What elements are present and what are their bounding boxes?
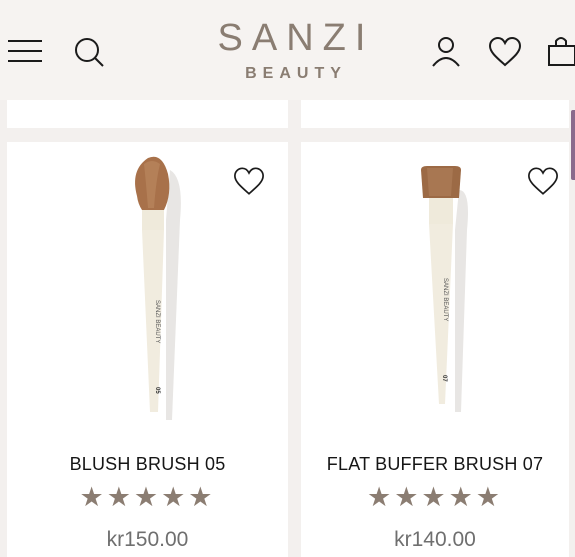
add-to-wishlist-heart-icon[interactable] <box>233 167 265 201</box>
handle-number: 05 <box>154 387 160 394</box>
product-price: kr140.00 <box>394 528 476 551</box>
product-image[interactable]: SANZI BEAUTY 05 <box>100 150 220 430</box>
handle-text: SANZI BEAUTY <box>154 300 160 343</box>
handle-text: SANZI BEAUTY <box>442 278 448 321</box>
product-price: kr150.00 <box>106 528 189 551</box>
site-header: SANZI BEAUTY <box>0 0 575 100</box>
product-card-prev-right[interactable] <box>301 100 569 128</box>
account-icon[interactable] <box>431 36 461 68</box>
wishlist-icon[interactable] <box>488 37 522 67</box>
product-card[interactable]: SANZI BEAUTY 05 BLUSH BRUSH 05 ★★★★★ kr1… <box>7 142 288 557</box>
side-tab[interactable] <box>571 110 575 180</box>
product-image[interactable]: SANZI BEAUTY 07 <box>387 150 507 430</box>
rating-stars: ★★★★★ <box>366 482 504 512</box>
handle-number: 07 <box>441 375 447 382</box>
cart-icon[interactable] <box>546 34 575 68</box>
product-card[interactable]: SANZI BEAUTY 07 FLAT BUFFER BRUSH 07 ★★★… <box>301 142 569 557</box>
product-name[interactable]: FLAT BUFFER BRUSH 07 <box>301 454 569 475</box>
add-to-wishlist-heart-icon[interactable] <box>527 167 559 201</box>
logo-sub-text: BEAUTY <box>245 65 347 82</box>
product-name[interactable]: BLUSH BRUSH 05 <box>7 454 288 475</box>
product-card-prev-left[interactable] <box>7 100 288 128</box>
rating-stars: ★★★★★ <box>79 482 216 512</box>
